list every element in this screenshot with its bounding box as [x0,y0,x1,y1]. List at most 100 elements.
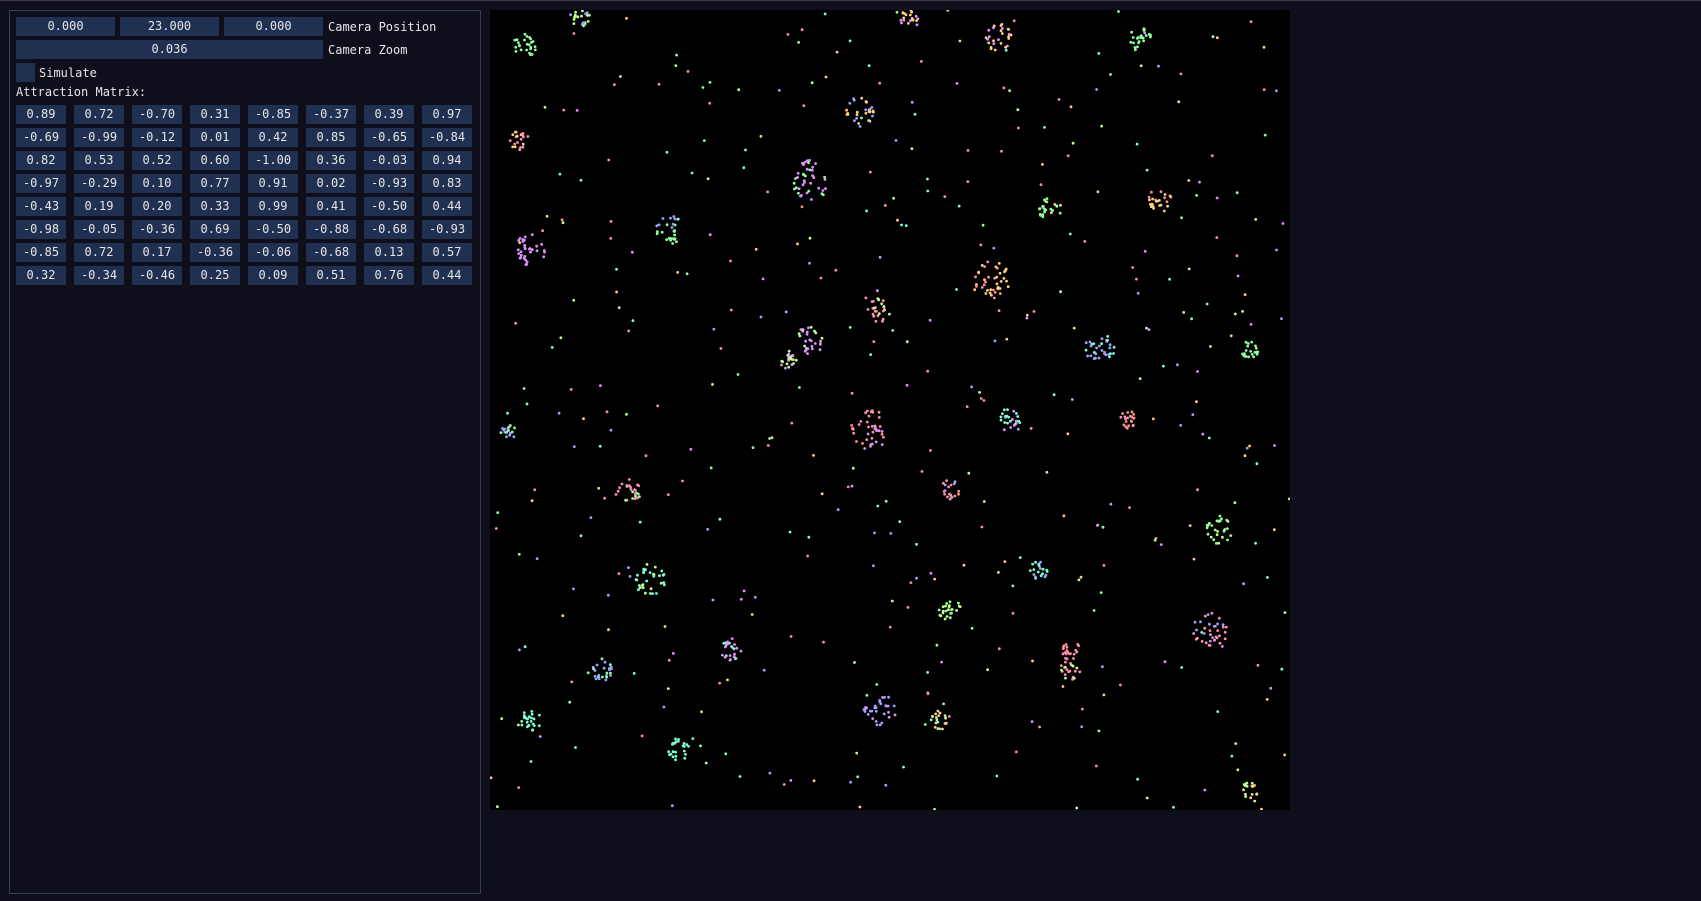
matrix-cell-1-4[interactable]: 0.42 [248,128,298,147]
camera-position-x-input[interactable]: 0.000 [16,17,115,36]
matrix-cell-4-5[interactable]: 0.41 [306,197,356,216]
matrix-cell-5-5[interactable]: -0.88 [306,220,356,239]
matrix-cell-7-2[interactable]: -0.46 [132,266,182,285]
particle [499,431,503,434]
matrix-cell-2-5[interactable]: 0.36 [306,151,356,170]
particle [1221,535,1224,539]
particle [666,687,670,690]
particle [836,508,840,512]
simulate-checkbox[interactable] [16,63,35,82]
particle [1109,502,1113,506]
particle [1001,412,1004,415]
particle [1064,643,1068,646]
camera-zoom-input[interactable]: 0.036 [16,40,323,59]
matrix-cell-2-0[interactable]: 0.82 [16,151,66,170]
particle [576,15,580,19]
particle [601,675,604,679]
matrix-cell-5-4[interactable]: -0.50 [248,220,298,239]
matrix-cell-2-2[interactable]: 0.52 [132,151,182,170]
particle [987,41,991,45]
matrix-cell-3-4[interactable]: 0.91 [248,174,298,193]
camera-position-y-input[interactable]: 23.000 [120,17,219,36]
matrix-cell-1-0[interactable]: -0.69 [16,128,66,147]
matrix-cell-0-4[interactable]: -0.85 [248,105,298,124]
matrix-cell-1-5[interactable]: 0.85 [306,128,356,147]
matrix-cell-1-2[interactable]: -0.12 [132,128,182,147]
matrix-cell-6-5[interactable]: -0.68 [306,243,356,262]
matrix-cell-6-1[interactable]: 0.72 [74,243,124,262]
matrix-cell-3-7[interactable]: 0.83 [422,174,472,193]
matrix-cell-6-4[interactable]: -0.06 [248,243,298,262]
particle [1255,792,1258,796]
matrix-cell-2-1[interactable]: 0.53 [74,151,124,170]
matrix-cell-3-3[interactable]: 0.77 [190,174,240,193]
particle [729,259,732,263]
matrix-cell-7-3[interactable]: 0.25 [190,266,240,285]
matrix-cell-7-6[interactable]: 0.76 [364,266,414,285]
matrix-cell-0-1[interactable]: 0.72 [74,105,124,124]
particle [660,569,664,573]
matrix-cell-3-5[interactable]: 0.02 [306,174,356,193]
matrix-cell-6-0[interactable]: -0.85 [16,243,66,262]
matrix-cell-4-6[interactable]: -0.50 [364,197,414,216]
matrix-cell-6-6[interactable]: 0.13 [364,243,414,262]
particle [1203,788,1207,792]
matrix-cell-1-6[interactable]: -0.65 [364,128,414,147]
particle [957,204,961,208]
matrix-cell-7-1[interactable]: -0.34 [74,266,124,285]
particle [1041,567,1045,571]
matrix-cell-3-6[interactable]: -0.93 [364,174,414,193]
particle [1043,575,1047,579]
matrix-cell-4-4[interactable]: 0.99 [248,197,298,216]
particle [806,347,810,351]
matrix-cell-7-0[interactable]: 0.32 [16,266,66,285]
matrix-cell-0-3[interactable]: 0.31 [190,105,240,124]
matrix-cell-3-1[interactable]: -0.29 [74,174,124,193]
matrix-cell-4-2[interactable]: 0.20 [132,197,182,216]
particle [967,471,971,475]
matrix-cell-1-7[interactable]: -0.84 [422,128,472,147]
matrix-cell-6-2[interactable]: 0.17 [132,243,182,262]
matrix-cell-2-4[interactable]: -1.00 [248,151,298,170]
matrix-cell-3-2[interactable]: 0.10 [132,174,182,193]
matrix-cell-7-5[interactable]: 0.51 [306,266,356,285]
particle [1165,200,1169,204]
matrix-cell-0-5[interactable]: -0.37 [306,105,356,124]
matrix-cell-5-6[interactable]: -0.68 [364,220,414,239]
matrix-cell-2-3[interactable]: 0.60 [190,151,240,170]
camera-position-z-input[interactable]: 0.000 [224,17,323,36]
matrix-cell-4-7[interactable]: 0.44 [422,197,472,216]
matrix-cell-5-7[interactable]: -0.93 [422,220,472,239]
matrix-cell-4-3[interactable]: 0.33 [190,197,240,216]
simulation-viewport[interactable] [490,10,1290,810]
particle [864,108,868,112]
matrix-cell-7-7[interactable]: 0.44 [422,266,472,285]
matrix-cell-5-3[interactable]: 0.69 [190,220,240,239]
matrix-cell-5-0[interactable]: -0.98 [16,220,66,239]
particle [561,221,565,225]
matrix-cell-5-2[interactable]: -0.36 [132,220,182,239]
particle [706,527,709,531]
matrix-cell-6-3[interactable]: -0.36 [190,243,240,262]
matrix-cell-0-7[interactable]: 0.97 [422,105,472,124]
matrix-cell-0-6[interactable]: 0.39 [364,105,414,124]
particle [683,756,687,760]
matrix-cell-1-1[interactable]: -0.99 [74,128,124,147]
matrix-cell-5-1[interactable]: -0.05 [74,220,124,239]
particle [878,425,882,428]
matrix-cell-4-0[interactable]: -0.43 [16,197,66,216]
particle [962,563,966,567]
matrix-cell-7-4[interactable]: 0.09 [248,266,298,285]
matrix-cell-4-1[interactable]: 0.19 [74,197,124,216]
matrix-cell-2-7[interactable]: 0.94 [422,151,472,170]
particle [872,564,875,568]
matrix-cell-1-3[interactable]: 0.01 [190,128,240,147]
matrix-cell-2-6[interactable]: -0.03 [364,151,414,170]
matrix-cell-0-2[interactable]: -0.70 [132,105,182,124]
matrix-cell-3-0[interactable]: -0.97 [16,174,66,193]
matrix-cell-0-0[interactable]: 0.89 [16,105,66,124]
matrix-cell-6-7[interactable]: 0.57 [422,243,472,262]
particle [1128,506,1131,509]
particle [787,352,791,356]
particle [496,511,500,514]
